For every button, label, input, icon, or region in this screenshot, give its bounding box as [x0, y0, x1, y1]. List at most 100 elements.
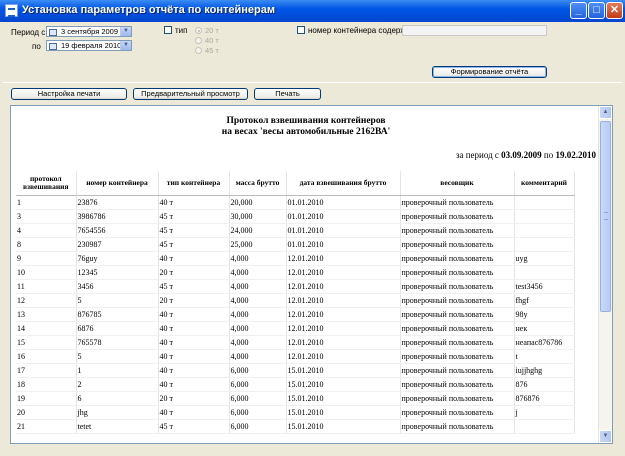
- table-cell: 23876: [76, 195, 159, 210]
- table-cell: 01.01.2010: [286, 237, 401, 252]
- table-cell: 5: [76, 293, 159, 308]
- table-row: 16 5 40 т 4,000 12.01.2010 проверочный пользо…: [16, 349, 575, 364]
- table-row: 17 1 40 т 6,000 15.01.2010 проверочный пользо…: [16, 363, 575, 378]
- table-cell: 4,000: [229, 293, 287, 308]
- table-cell: проверочный пользователь: [400, 265, 515, 280]
- table-cell: 15.01.2010: [286, 405, 401, 420]
- table-cell: jhg: [76, 405, 159, 420]
- table-cell: 40 т: [158, 251, 230, 266]
- table-cell: 6876: [76, 321, 159, 336]
- table-cell: 15.01.2010: [286, 377, 401, 392]
- container-number-input[interactable]: [402, 25, 547, 36]
- table-cell: нек: [514, 321, 575, 336]
- table-cell: проверочный пользователь: [400, 307, 515, 322]
- table-cell: 01.01.2010: [286, 195, 401, 210]
- table-cell: проверочный пользователь: [400, 363, 515, 378]
- table-cell: 12.01.2010: [286, 321, 401, 336]
- table-cell: 45 т: [158, 419, 230, 434]
- period-to-label: по: [32, 42, 41, 51]
- table-cell: 15.01.2010: [286, 391, 401, 406]
- minimize-button[interactable]: _: [570, 2, 587, 19]
- container-filter-checkbox[interactable]: [297, 26, 305, 34]
- table-cell: проверочный пользователь: [400, 279, 515, 294]
- table-cell: 14: [16, 321, 77, 336]
- close-button[interactable]: ✕: [606, 2, 623, 19]
- table-cell: 12.01.2010: [286, 251, 401, 266]
- report-viewer[interactable]: Протокол взвешивания контейнеров на веса…: [10, 105, 613, 444]
- table-cell: 20 т: [158, 293, 230, 308]
- table-cell: 6,000: [229, 391, 287, 406]
- window-titlebar[interactable]: Установка параметров отчёта по контейнер…: [0, 0, 625, 22]
- table-row: 21 tetet 45 т 6,000 15.01.2010 проверочный по…: [16, 419, 575, 434]
- table-cell: 30,000: [229, 209, 287, 224]
- type-radio-40[interactable]: [195, 37, 202, 44]
- table-cell: 876785: [76, 307, 159, 322]
- table-cell: 10: [16, 265, 77, 280]
- table-cell: 15.01.2010: [286, 363, 401, 378]
- table-cell: 12.01.2010: [286, 265, 401, 280]
- table-cell: проверочный пользователь: [400, 405, 515, 420]
- table-cell: 18: [16, 377, 77, 392]
- type-radio-20[interactable]: [195, 27, 202, 34]
- table-cell: [514, 237, 575, 252]
- table-cell: 6: [76, 391, 159, 406]
- calendar-icon: [49, 29, 57, 36]
- table-cell: проверочный пользователь: [400, 251, 515, 266]
- table-cell: проверочный пользователь: [400, 377, 515, 392]
- table-cell: 25,000: [229, 237, 287, 252]
- table-cell: 876: [514, 377, 575, 392]
- type-filter-label: тип: [175, 26, 188, 35]
- table-cell: 6,000: [229, 405, 287, 420]
- table-cell: 230987: [76, 237, 159, 252]
- table-row: 4 7654556 45 т 24,000 01.01.2010 проверочный …: [16, 223, 575, 238]
- chevron-down-icon[interactable]: ▼: [120, 41, 131, 50]
- report-period-mid: по: [543, 150, 554, 160]
- table-cell: 40 т: [158, 349, 230, 364]
- table-cell: 19: [16, 391, 77, 406]
- container-filter-label: номер контейнера содержит: [308, 26, 414, 35]
- report-vertical-scrollbar[interactable]: ▲ ▼: [598, 106, 612, 443]
- col-weigher: весовщик: [400, 171, 515, 196]
- col-weigh-date: дата взвешивания брутто: [286, 171, 401, 196]
- col-gross-mass: масса брутто: [229, 171, 287, 196]
- table-cell: 4,000: [229, 349, 287, 364]
- table-cell: j: [514, 405, 575, 420]
- table-row: 12 5 20 т 4,000 12.01.2010 проверочный пользо…: [16, 293, 575, 308]
- scrollbar-thumb[interactable]: [600, 121, 611, 312]
- scroll-down-arrow-icon[interactable]: ▼: [599, 430, 612, 443]
- table-cell: 40 т: [158, 321, 230, 336]
- report-period-from: 03.09.2009: [501, 150, 542, 160]
- period-from-datepicker[interactable]: 3 сентября 2009 г. ▼: [46, 26, 132, 37]
- print-button[interactable]: Печать: [254, 88, 321, 100]
- table-cell: 45 т: [158, 279, 230, 294]
- scroll-up-arrow-icon[interactable]: ▲: [599, 106, 612, 119]
- table-cell: 15: [16, 335, 77, 350]
- table-cell: 876876: [514, 391, 575, 406]
- table-cell: [514, 209, 575, 224]
- table-cell: 12: [16, 293, 77, 308]
- table-cell: 12.01.2010: [286, 307, 401, 322]
- type-radio-45[interactable]: [195, 47, 202, 54]
- table-cell: 20 т: [158, 391, 230, 406]
- generate-report-button[interactable]: Формирование отчёта: [432, 66, 547, 78]
- table-cell: 3: [16, 209, 77, 224]
- table-cell: 40 т: [158, 405, 230, 420]
- table-cell: 21: [16, 419, 77, 434]
- chevron-down-icon[interactable]: ▼: [120, 27, 131, 36]
- table-cell: [514, 223, 575, 238]
- report-period-prefix: за период с: [455, 150, 499, 160]
- period-to-datepicker[interactable]: 19 февраля 2010 г. ▼: [46, 40, 132, 51]
- table-cell: 4,000: [229, 307, 287, 322]
- maximize-button[interactable]: □: [588, 2, 605, 19]
- table-cell: 6,000: [229, 363, 287, 378]
- print-preview-button[interactable]: Предварительный просмотр: [133, 88, 248, 100]
- table-cell: 3986786: [76, 209, 159, 224]
- type-filter-checkbox[interactable]: [164, 26, 172, 34]
- print-setup-button[interactable]: Настройка печати: [11, 88, 127, 100]
- table-cell: test3456: [514, 279, 575, 294]
- table-cell: 12.01.2010: [286, 293, 401, 308]
- table-cell: 9: [16, 251, 77, 266]
- table-row: 15 765578 40 т 4,000 12.01.2010 проверочный п…: [16, 335, 575, 350]
- table-cell: 45 т: [158, 223, 230, 238]
- type-radio-20-label: 20 т: [205, 26, 219, 35]
